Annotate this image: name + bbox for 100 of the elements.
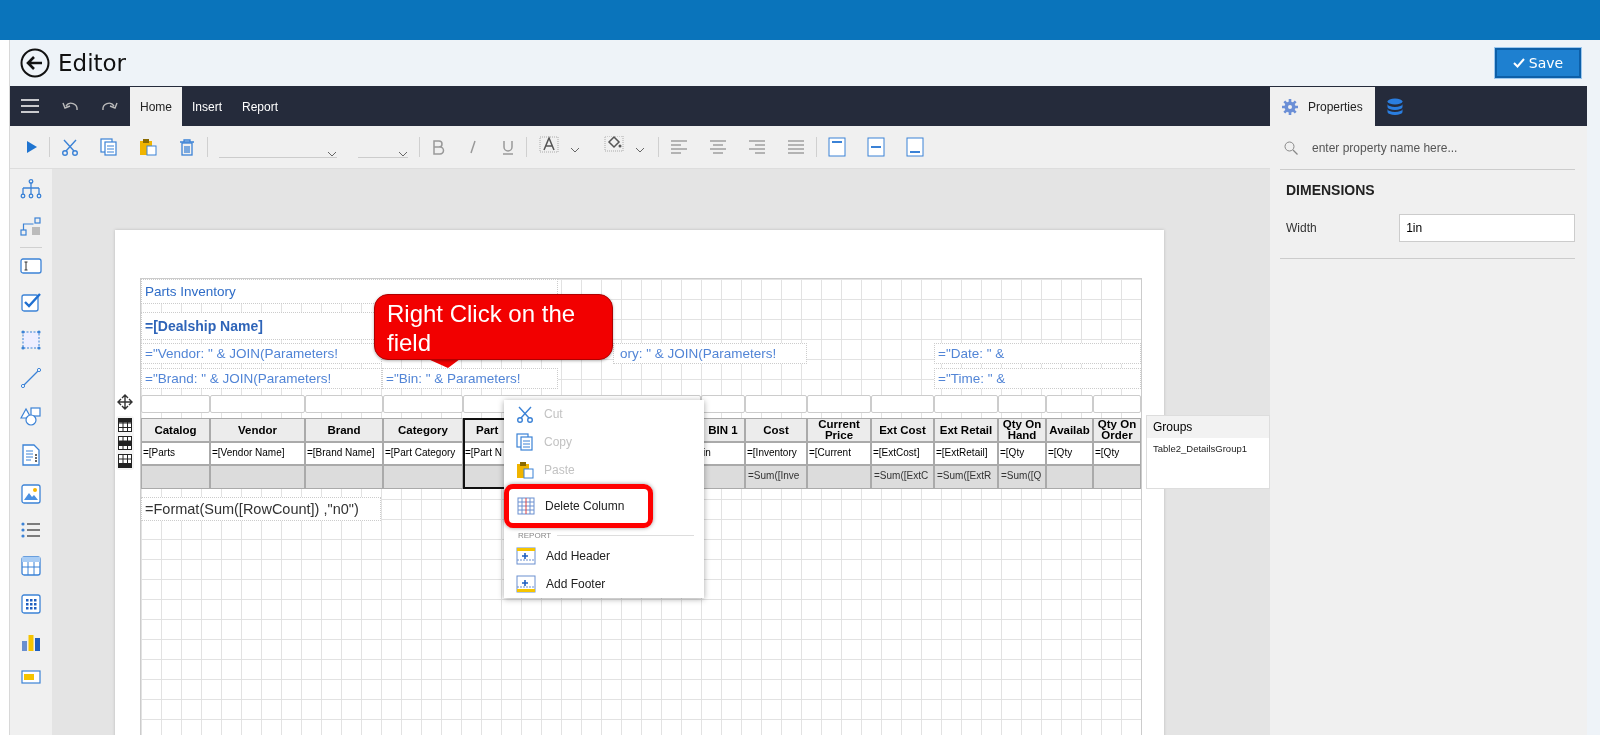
bar-chart-icon[interactable] (21, 632, 41, 652)
table-cell[interactable] (210, 395, 305, 413)
table-header-cell[interactable]: Qty On Hand (998, 418, 1046, 442)
back-icon[interactable] (20, 48, 50, 78)
table-cell[interactable]: =[Parts (141, 442, 210, 465)
search-field[interactable]: enter property name here... (1310, 139, 1575, 156)
table-header-cell[interactable]: Ext Retail (934, 418, 998, 442)
list-icon[interactable] (21, 522, 41, 538)
width-field[interactable]: 1in (1399, 214, 1575, 242)
table-cell[interactable]: =[ExtRetail] (934, 442, 998, 465)
toolbar-tab[interactable]: Insert (182, 87, 233, 126)
table-cell[interactable] (210, 465, 305, 489)
report-textbox[interactable]: ="Bin: " & Parameters! (382, 368, 558, 389)
save-button[interactable]: Save (1495, 48, 1581, 78)
table-cell[interactable]: =[Inventory (745, 442, 807, 465)
image-icon[interactable] (21, 484, 41, 504)
table-header-cell[interactable]: Availab (1046, 418, 1093, 442)
table-cell[interactable]: =[Part Category (383, 442, 463, 465)
table-cell[interactable] (745, 395, 807, 413)
table-cell[interactable] (1046, 395, 1093, 413)
toolbar-tab[interactable]: Report (232, 87, 289, 126)
cut-icon[interactable] (61, 138, 79, 156)
table-cell[interactable] (871, 395, 934, 413)
align-right-icon[interactable] (748, 140, 766, 154)
align-top-icon[interactable] (828, 137, 846, 157)
table-cell[interactable] (141, 395, 210, 413)
copy-icon[interactable] (100, 138, 118, 156)
table-icon[interactable] (21, 556, 41, 576)
table-cell[interactable] (305, 465, 383, 489)
shapes-icon[interactable] (20, 406, 42, 426)
trash-icon[interactable] (178, 138, 196, 156)
menu-item[interactable]: Add Header (504, 542, 704, 570)
toolbar-tab[interactable]: Home (130, 87, 182, 126)
panel-tab[interactable]: Properties (1270, 87, 1375, 126)
table-cell[interactable] (998, 395, 1046, 413)
menu-icon[interactable] (21, 99, 39, 113)
table-header-cell[interactable]: Catalog (141, 418, 210, 442)
table-cell[interactable]: =Sum([ExtR (934, 465, 998, 489)
report-textbox[interactable]: =Format(Sum([RowCount]) ,"n0") (141, 497, 381, 521)
matrix-icon[interactable] (21, 594, 41, 614)
line-icon[interactable] (21, 368, 41, 388)
table-cell[interactable]: =Sum([Inve (745, 465, 807, 489)
table-cell[interactable] (701, 395, 745, 413)
redo-icon[interactable] (102, 101, 118, 111)
undo-icon[interactable] (62, 101, 78, 111)
table-header-cell[interactable]: Category (383, 418, 463, 442)
table-cell[interactable]: in (701, 442, 745, 465)
table-cell[interactable] (807, 465, 871, 489)
table-cell[interactable]: =[Qty (1093, 442, 1141, 465)
table-cell[interactable]: =Sum([ExtC (871, 465, 934, 489)
table-cell[interactable]: =[Brand Name] (305, 442, 383, 465)
menu-item[interactable]: Add Footer (504, 570, 704, 598)
report-textbox[interactable]: ="Date: " & (934, 343, 1141, 364)
report-textbox[interactable]: ="Vendor: " & JOIN(Parameters! (141, 343, 382, 364)
run-icon[interactable] (26, 140, 38, 154)
table-cell[interactable]: =[Qty (1046, 442, 1093, 465)
align-center-icon[interactable] (709, 140, 727, 154)
table-cell[interactable]: =[Current (807, 442, 871, 465)
menu-item[interactable]: Delete Column (504, 484, 653, 528)
paste-icon[interactable] (139, 138, 157, 156)
table-cell[interactable]: =Sum([Q (998, 465, 1046, 489)
table-header-cell[interactable]: Cost (745, 418, 807, 442)
table-cell[interactable] (305, 395, 383, 413)
table-cell[interactable] (383, 395, 463, 413)
checkbox-icon[interactable] (21, 292, 41, 312)
textbox-icon[interactable] (20, 258, 42, 274)
hierarchy-icon[interactable] (20, 179, 42, 199)
table-cell[interactable]: =[Qty (998, 442, 1046, 465)
bold-icon[interactable] (431, 139, 445, 155)
container-icon[interactable] (21, 330, 41, 350)
table-cell[interactable] (701, 465, 745, 489)
move-icon[interactable] (117, 394, 133, 410)
table-handle-icon[interactable] (118, 454, 132, 468)
justify-icon[interactable] (787, 140, 805, 154)
table-cell[interactable] (383, 465, 463, 489)
table-cell[interactable] (807, 395, 871, 413)
table-cell[interactable]: =[ExtCost] (871, 442, 934, 465)
table-header-cell[interactable]: Brand (305, 418, 383, 442)
report-textbox[interactable]: ory: " & JOIN(Parameters! (613, 343, 807, 364)
table-cell[interactable] (1046, 465, 1093, 489)
align-middle-icon[interactable] (867, 137, 885, 157)
table-header-cell[interactable]: Ext Cost (871, 418, 934, 442)
table-cell[interactable] (1093, 465, 1141, 489)
align-left-icon[interactable] (670, 140, 688, 154)
document-icon[interactable] (22, 444, 40, 466)
report-textbox[interactable]: ="Time: " & (934, 368, 1141, 389)
table-header-cell[interactable]: Vendor (210, 418, 305, 442)
table-handle-icon[interactable] (118, 418, 132, 432)
group-item[interactable]: Table2_DetailsGroup1 (1147, 438, 1269, 459)
table-header-cell[interactable]: Current Price (807, 418, 871, 442)
underline-icon[interactable] (501, 139, 515, 155)
table-cell[interactable]: =[Vendor Name] (210, 442, 305, 465)
table-cell[interactable] (934, 395, 998, 413)
table-cell[interactable] (141, 465, 210, 489)
table-cell[interactable] (1093, 395, 1141, 413)
table-handle-icon[interactable] (118, 436, 132, 450)
table-header-cell[interactable]: Qty On Order (1093, 418, 1141, 442)
report-textbox[interactable]: ="Brand: " & JOIN(Parameters! (141, 368, 382, 389)
align-bottom-icon[interactable] (906, 137, 924, 157)
table-header-cell[interactable]: BIN 1 (701, 418, 745, 442)
